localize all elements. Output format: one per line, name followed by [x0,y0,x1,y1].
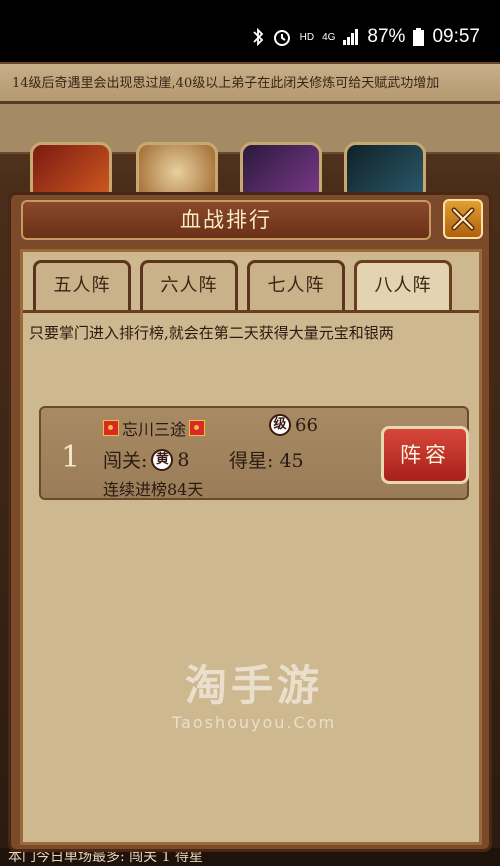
ranking-row: 1 忘川三途 级 66 闯关: 黄 8 得星: 45 连续进榜84天 阵容 [39,406,469,500]
lineup-button[interactable]: 阵容 [381,426,469,484]
level-badge-icon: 级 [269,414,291,436]
tab-six-formation[interactable]: 六人阵 [140,260,238,310]
player-name: 忘川三途 [122,420,187,439]
clock: 09:57 [432,26,480,47]
formation-tabs: 五人阵 六人阵 七人阵 八人阵 [33,260,452,310]
flag-icon [189,420,206,436]
watermark: 淘手游 Taoshouyou.Com [23,652,485,732]
close-button[interactable] [443,199,483,239]
ranking-dialog: 血战排行 五人阵 六人阵 七人阵 八人阵 只要掌门进入排行榜,就会在第二天获得大… [8,192,492,852]
stars-label: 得星: [229,450,274,472]
battery-icon [413,28,425,46]
close-icon [451,207,475,231]
rank-number: 1 [61,440,81,475]
watermark-url: Taoshouyou.Com [171,713,337,732]
stage-badge-icon: 黄 [151,448,174,471]
stars-info: 得星: 45 [229,446,304,473]
tab-eight-formation[interactable]: 八人阵 [354,260,452,310]
stage-value: 8 [177,448,190,471]
status-bar: HD 4G 87% 09:57 [0,0,500,62]
tab-five-formation[interactable]: 五人阵 [33,260,131,310]
dialog-title: 血战排行 [21,200,431,240]
tabs-divider [23,310,479,313]
hd-indicator: HD [299,31,315,43]
level-value: 66 [295,414,318,436]
flag-icon [103,420,119,436]
stage-info: 闯关: 黄 8 [103,446,190,473]
bluetooth-icon [252,28,263,46]
tab-seven-formation[interactable]: 七人阵 [247,260,345,310]
signal-icon [343,29,359,45]
watermark-logo: 淘手游 [184,661,323,710]
stage-label: 闯关: [103,450,148,472]
stars-value: 45 [279,450,304,472]
ranking-panel: 五人阵 六人阵 七人阵 八人阵 只要掌门进入排行榜,就会在第二天获得大量元宝和银… [20,249,482,845]
battery-percent: 87% [367,26,406,47]
player-level: 级 66 [269,414,318,436]
notice-ticker: 14级后奇遇里会出现思过崖,40级以上弟子在此闭关修炼可给天赋武功增加 [0,64,500,104]
streak-text: 连续进榜84天 [103,480,204,499]
ranking-description: 只要掌门进入排行榜,就会在第二天获得大量元宝和银两 [29,324,394,342]
network-indicator: 4G [322,31,336,43]
player-name-row: 忘川三途 [103,416,206,440]
alarm-icon [273,30,290,46]
